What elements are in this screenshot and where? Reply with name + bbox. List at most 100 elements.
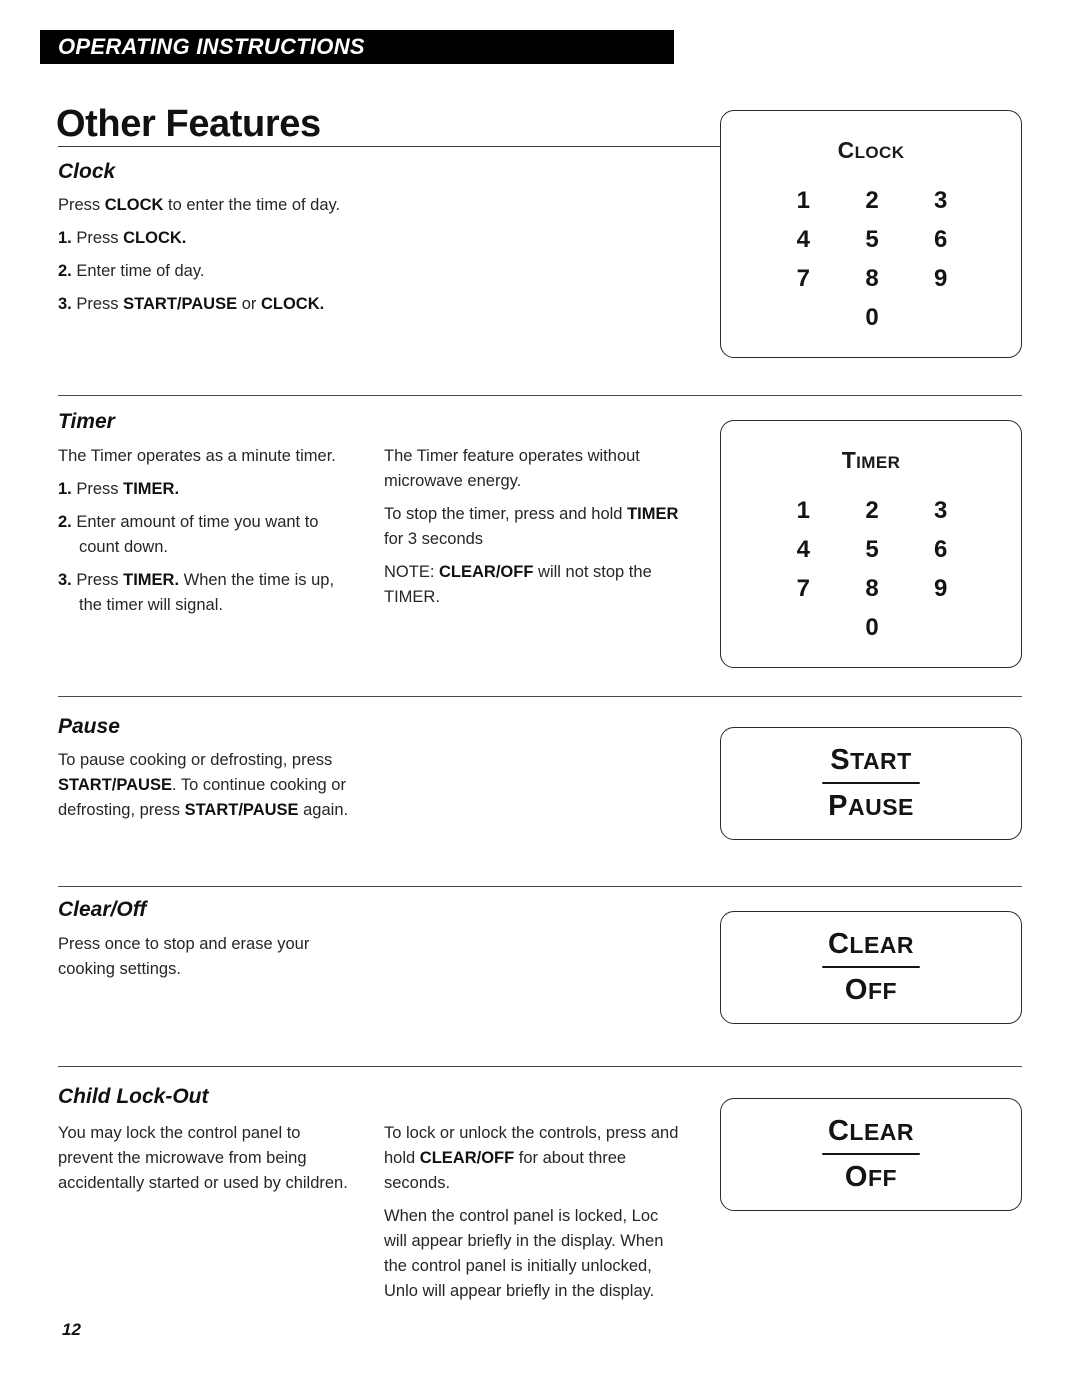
clock-key-0[interactable]: 0 xyxy=(838,304,907,332)
timer-note-2-bold: TIMER xyxy=(627,505,679,524)
timer-key-8[interactable]: 8 xyxy=(838,575,907,603)
timer-step-1: 1. Press TIMER. xyxy=(58,477,358,502)
clock-key-8[interactable]: 8 xyxy=(838,265,907,293)
clock-key-9[interactable]: 9 xyxy=(906,265,975,293)
divider-timer xyxy=(58,395,1022,396)
timer-note-3-bold: CLEAR/OFF xyxy=(439,563,534,582)
section-heading-clear-off: Clear/Off xyxy=(58,898,147,921)
clock-step-3-bold2: CLOCK. xyxy=(260,295,325,314)
clock-intro-bold: CLOCK xyxy=(104,196,164,214)
timer-step-3-num: 3. xyxy=(58,571,72,590)
timer-key-1[interactable]: 1 xyxy=(769,497,838,525)
start-pause-button-stack: START PAUSE xyxy=(721,728,1021,839)
clock-intro-pre: Press xyxy=(58,196,105,214)
timer-note-1: The Timer feature operates without micro… xyxy=(384,447,640,491)
clock-step-1-num: 1. xyxy=(58,229,72,248)
clear-label-2-first: C xyxy=(827,1115,850,1147)
clock-keypad-panel: CLOCK 1 2 3 4 5 6 7 8 9 0 xyxy=(720,110,1022,358)
clock-key-3[interactable]: 3 xyxy=(906,187,975,215)
off-label: OFF xyxy=(845,976,897,1005)
child-lock-out-paragraph-2: To lock or unlock the controls, press an… xyxy=(384,1121,684,1196)
pause-paragraph: To pause cooking or defrosting, press ST… xyxy=(58,748,358,823)
clock-step-2-pre: Enter time of day. xyxy=(71,262,205,281)
clock-caption-rest: LOCK xyxy=(854,143,905,162)
clock-keypad-caption: CLOCK xyxy=(721,137,1021,164)
child-lock-out-paragraph-1: You may lock the control panel to preven… xyxy=(58,1124,348,1193)
section-heading-timer: Timer xyxy=(58,410,115,433)
divider-child-lock-out xyxy=(58,1066,1022,1067)
pause-label: PAUSE xyxy=(828,792,914,821)
clear-off-button-stack-2: CLEAR OFF xyxy=(721,1099,1021,1210)
clear-off-body-text: Press once to stop and erase your cookin… xyxy=(58,932,358,982)
banner-label: OPERATING INSTRUCTIONS xyxy=(58,34,365,59)
timer-key-6[interactable]: 6 xyxy=(906,536,975,564)
clock-key-6[interactable]: 6 xyxy=(906,226,975,254)
section-heading-child-lock-out: Child Lock-Out xyxy=(58,1085,209,1108)
timer-step-1-bold: TIMER. xyxy=(123,480,180,499)
pause-body-text: To pause cooking or defrosting, press ST… xyxy=(58,748,358,823)
clock-intro-post: to enter the time of day. xyxy=(163,196,341,214)
clock-key-7[interactable]: 7 xyxy=(769,265,838,293)
section-heading-pause: Pause xyxy=(58,715,120,738)
timer-key-4[interactable]: 4 xyxy=(769,536,838,564)
clear-off-button-panel-child-lock: CLEAR OFF xyxy=(720,1098,1022,1211)
clear-off-button-panel: CLEAR OFF xyxy=(720,911,1022,1024)
clear-label: CLEAR xyxy=(828,930,914,959)
clock-key-1[interactable]: 1 xyxy=(769,187,838,215)
clock-keypad-grid: 1 2 3 4 5 6 7 8 9 0 xyxy=(769,187,975,332)
off-label-rest: FF xyxy=(867,978,898,1004)
clock-key-5[interactable]: 5 xyxy=(838,226,907,254)
button-separator-line xyxy=(822,966,920,968)
timer-keypad-grid: 1 2 3 4 5 6 7 8 9 0 xyxy=(769,497,975,642)
pause-pre: To pause cooking or defrosting, press xyxy=(58,751,333,769)
timer-key-5[interactable]: 5 xyxy=(838,536,907,564)
timer-caption-rest: IMER xyxy=(856,453,901,472)
off-label-2-first: O xyxy=(844,1161,868,1193)
timer-key-7[interactable]: 7 xyxy=(769,575,838,603)
timer-note-3: NOTE: CLEAR/OFF will not stop the TIMER. xyxy=(384,560,684,610)
clock-caption-first: C xyxy=(837,137,855,163)
clock-step-2-num: 2. xyxy=(58,262,72,281)
divider-clear-off xyxy=(58,886,1022,887)
pause-bold-1: START/PAUSE xyxy=(58,776,172,795)
off-label-2: OFF xyxy=(845,1163,897,1192)
clock-step-3-num: 3. xyxy=(58,295,72,314)
clock-step-1-pre: Press xyxy=(71,229,124,248)
timer-note-3-pre: NOTE: xyxy=(384,563,440,582)
timer-step-1-num: 1. xyxy=(58,480,72,499)
timer-key-9[interactable]: 9 xyxy=(906,575,975,603)
timer-note-2: To stop the timer, press and hold TIMER … xyxy=(384,502,684,552)
child-lock-out-text-left: You may lock the control panel to preven… xyxy=(58,1121,358,1196)
pause-bold-2: START/PAUSE xyxy=(184,801,299,820)
pause-label-rest: AUSE xyxy=(847,794,914,820)
start-pause-button-panel: START PAUSE xyxy=(720,727,1022,840)
off-label-first: O xyxy=(844,974,868,1006)
timer-key-3[interactable]: 3 xyxy=(906,497,975,525)
button-separator-line xyxy=(822,782,920,784)
pause-label-first: P xyxy=(828,790,848,822)
timer-step-3-bold: TIMER. xyxy=(123,571,180,590)
clock-step-3-pre: Press xyxy=(71,295,124,314)
clock-key-2[interactable]: 2 xyxy=(838,187,907,215)
clock-step-3-post: or xyxy=(237,295,261,314)
timer-key-0[interactable]: 0 xyxy=(838,614,907,642)
timer-body-text-right: The Timer feature operates without micro… xyxy=(384,444,684,610)
clear-label-2-rest: LEAR xyxy=(849,1119,915,1145)
clock-step-3-bold: START/PAUSE xyxy=(123,295,238,314)
child-lock-out-paragraph-3: When the control panel is locked, Loc wi… xyxy=(384,1207,664,1301)
timer-note-2-pre: To stop the timer, press and hold xyxy=(384,505,628,524)
timer-step-3: 3. Press TIMER. When the time is up, the… xyxy=(58,568,358,618)
timer-intro: The Timer operates as a minute timer. xyxy=(58,447,336,465)
section-heading-clock: Clock xyxy=(58,160,116,183)
timer-key-2[interactable]: 2 xyxy=(838,497,907,525)
button-separator-line xyxy=(822,1153,920,1155)
timer-keypad-panel: TIMER 1 2 3 4 5 6 7 8 9 0 xyxy=(720,420,1022,668)
clock-step-1: 1. Press CLOCK. xyxy=(58,226,358,251)
timer-note-2-post: for 3 seconds xyxy=(384,530,484,549)
timer-keypad-caption: TIMER xyxy=(721,447,1021,474)
clock-key-4[interactable]: 4 xyxy=(769,226,838,254)
clear-label-first: C xyxy=(827,928,850,960)
clear-off-button-stack: CLEAR OFF xyxy=(721,912,1021,1023)
off-label-2-rest: FF xyxy=(867,1165,898,1191)
timer-step-3-pre: Press xyxy=(71,571,124,590)
